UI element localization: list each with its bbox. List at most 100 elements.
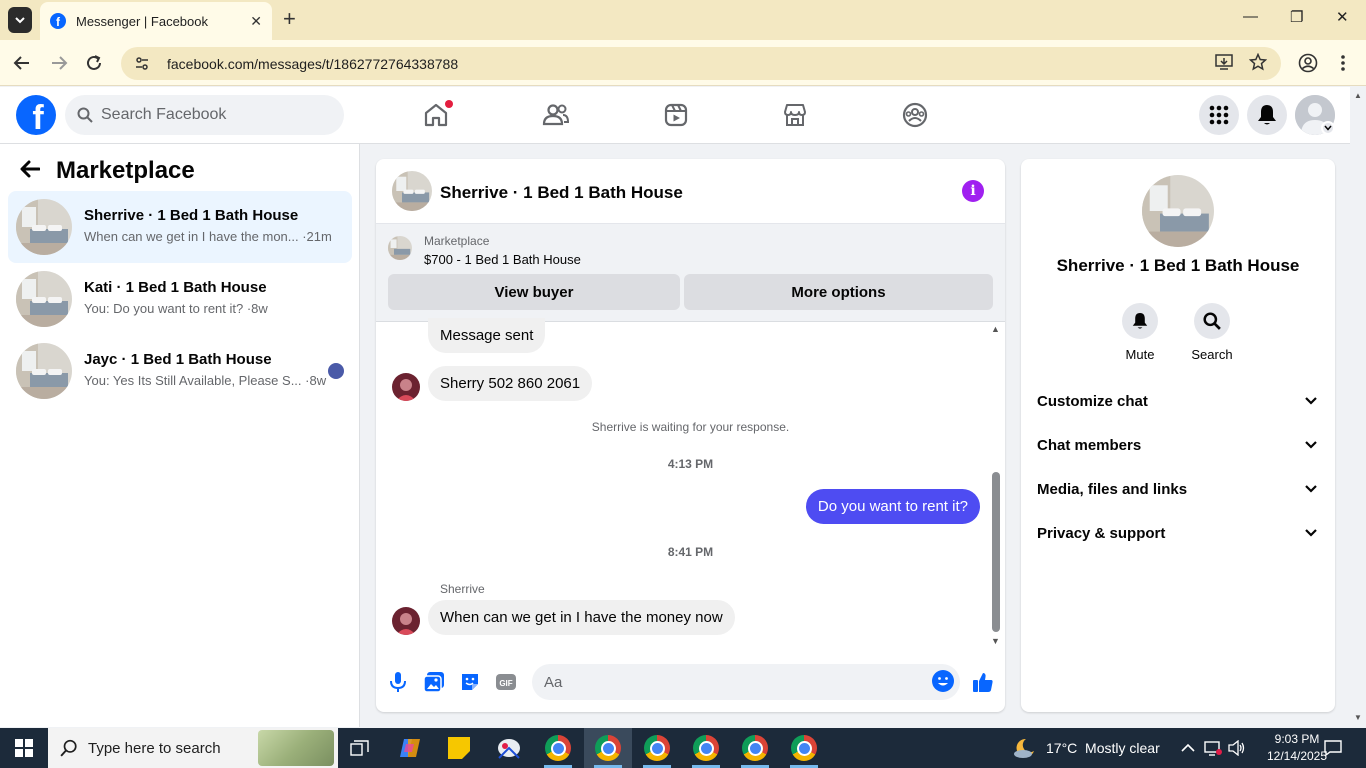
chrome-app[interactable] bbox=[633, 728, 681, 768]
mute-button[interactable]: Mute bbox=[1110, 303, 1170, 362]
forward-arrow-icon[interactable] bbox=[50, 54, 68, 72]
nav-video[interactable] bbox=[660, 99, 692, 131]
conversation-preview: You: Yes Its Still Available, Please S..… bbox=[84, 373, 327, 388]
facebook-search-box[interactable]: Search Facebook bbox=[65, 95, 344, 135]
page-scrollbar[interactable]: ▲ ▼ bbox=[1350, 87, 1366, 727]
notification-center-button[interactable] bbox=[1324, 728, 1342, 768]
marketplace-icon bbox=[784, 104, 806, 126]
sidebar-title: Marketplace bbox=[56, 157, 195, 184]
search-highlight-image bbox=[258, 730, 334, 766]
view-buyer-button[interactable]: View buyer bbox=[388, 274, 680, 310]
facebook-logo[interactable]: f bbox=[16, 95, 56, 135]
chrome-icon bbox=[595, 735, 621, 761]
address-bar[interactable]: facebook.com/messages/t/1862772764338788 bbox=[121, 47, 1281, 80]
message-bubble-incoming[interactable]: Sherry 502 860 2061 bbox=[428, 366, 593, 401]
message-input[interactable] bbox=[532, 664, 960, 700]
message-list: Message sent Sherry 502 860 2061 Sherriv… bbox=[376, 318, 1005, 652]
taskbar-search-box[interactable]: Type here to search bbox=[48, 728, 338, 768]
chrome-app[interactable] bbox=[534, 728, 582, 768]
chrome-app[interactable] bbox=[682, 728, 730, 768]
scroll-up-icon[interactable]: ▲ bbox=[1354, 91, 1362, 100]
account-menu-chevron-icon[interactable] bbox=[1321, 121, 1335, 135]
speaker-icon bbox=[1228, 740, 1245, 756]
conversation-avatar[interactable] bbox=[1142, 175, 1214, 247]
new-tab-button[interactable]: + bbox=[283, 8, 296, 30]
chat-scrollbar[interactable]: ▲ ▼ bbox=[990, 324, 1002, 649]
listing-thumbnail bbox=[16, 271, 72, 327]
install-app-icon[interactable] bbox=[1215, 53, 1233, 71]
sender-avatar[interactable] bbox=[392, 607, 420, 635]
chat-scrollbar-thumb[interactable] bbox=[992, 472, 1000, 632]
tab-search-button[interactable] bbox=[8, 7, 32, 33]
browser-tab[interactable]: f Messenger | Facebook ✕ bbox=[40, 2, 272, 40]
url-text: facebook.com/messages/t/1862772764338788 bbox=[167, 55, 459, 72]
back-arrow-icon[interactable] bbox=[20, 160, 40, 178]
menu-grid-button[interactable] bbox=[1199, 95, 1239, 135]
nav-marketplace[interactable] bbox=[779, 99, 811, 131]
conversation-item[interactable]: Sherrive · 1 Bed 1 Bath House When can w… bbox=[8, 191, 352, 263]
sticky-notes-app[interactable] bbox=[435, 728, 483, 768]
snipping-tool-icon bbox=[498, 739, 520, 759]
weather-widget[interactable]: 17°C Mostly clear bbox=[1012, 728, 1160, 768]
chrome-app[interactable] bbox=[780, 728, 828, 768]
listing-price-title[interactable]: $700 - 1 Bed 1 Bath House bbox=[424, 252, 581, 267]
conversation-item[interactable]: Jayc · 1 Bed 1 Bath House You: Yes Its S… bbox=[8, 335, 352, 407]
sender-avatar[interactable] bbox=[392, 373, 420, 401]
profile-icon[interactable] bbox=[1298, 53, 1318, 73]
reload-icon[interactable] bbox=[85, 54, 103, 72]
browser-menu-icon[interactable] bbox=[1338, 53, 1348, 73]
gif-icon[interactable]: GIF bbox=[494, 670, 518, 694]
system-clock[interactable]: 9:03 PM 12/14/2025 bbox=[1262, 731, 1332, 765]
minimize-button[interactable]: — bbox=[1243, 8, 1258, 25]
snipping-tool-app[interactable] bbox=[485, 728, 533, 768]
sticky-notes-icon bbox=[448, 737, 470, 759]
notifications-button[interactable] bbox=[1247, 95, 1287, 135]
more-options-button[interactable]: More options bbox=[684, 274, 993, 310]
chrome-app[interactable] bbox=[731, 728, 779, 768]
nav-groups[interactable] bbox=[899, 99, 931, 131]
task-view-button[interactable] bbox=[336, 728, 384, 768]
conversation-item[interactable]: Kati · 1 Bed 1 Bath House You: Do you wa… bbox=[8, 263, 352, 335]
message-bubble-incoming[interactable]: When can we get in I have the money now bbox=[428, 600, 735, 635]
message-bubble-incoming[interactable]: Message sent bbox=[428, 318, 546, 353]
tab-close-icon[interactable]: ✕ bbox=[250, 13, 262, 30]
info-icon[interactable]: i bbox=[962, 180, 984, 202]
network-tray[interactable] bbox=[1204, 728, 1222, 768]
start-button[interactable] bbox=[0, 728, 48, 768]
windows-logo-icon bbox=[15, 739, 33, 757]
bookmark-star-icon[interactable] bbox=[1249, 53, 1267, 71]
emoji-icon[interactable] bbox=[932, 670, 954, 692]
nav-friends[interactable] bbox=[540, 99, 572, 131]
privacy-support-row[interactable]: Privacy & support bbox=[1029, 513, 1327, 553]
chat-members-row[interactable]: Chat members bbox=[1029, 425, 1327, 465]
chat-title[interactable]: Sherrive · 1 Bed 1 Bath House bbox=[440, 183, 683, 203]
media-files-links-row[interactable]: Media, files and links bbox=[1029, 469, 1327, 509]
photo-icon[interactable] bbox=[422, 670, 446, 694]
copilot-icon bbox=[400, 739, 420, 757]
chat-header: Sherrive · 1 Bed 1 Bath House i bbox=[376, 159, 1005, 224]
thumbs-up-icon[interactable] bbox=[971, 670, 995, 694]
search-in-conversation-button[interactable]: Search bbox=[1182, 303, 1242, 362]
sticker-icon[interactable] bbox=[458, 670, 482, 694]
chat-header-thumbnail[interactable] bbox=[392, 171, 432, 211]
taskbar-search-placeholder: Type here to search bbox=[88, 739, 221, 757]
site-info-icon[interactable] bbox=[133, 55, 151, 73]
close-window-button[interactable]: ✕ bbox=[1336, 8, 1349, 26]
copilot-app[interactable] bbox=[386, 728, 434, 768]
scroll-up-icon[interactable]: ▲ bbox=[991, 324, 1000, 334]
message-bubble-outgoing[interactable]: Do you want to rent it? bbox=[805, 489, 980, 524]
chrome-icon bbox=[742, 735, 768, 761]
customize-chat-row[interactable]: Customize chat bbox=[1029, 381, 1327, 421]
volume-tray[interactable] bbox=[1228, 728, 1246, 768]
message-timestamp: 4:13 PM bbox=[667, 457, 714, 471]
back-arrow-icon[interactable] bbox=[13, 54, 31, 72]
listing-thumbnail bbox=[16, 343, 72, 399]
message-timestamp: 8:41 PM bbox=[667, 545, 714, 559]
microphone-icon[interactable] bbox=[386, 670, 410, 694]
chrome-app[interactable] bbox=[584, 728, 632, 768]
show-hidden-icons[interactable] bbox=[1181, 728, 1195, 768]
chat-panel: Sherrive · 1 Bed 1 Bath House i Marketpl… bbox=[376, 159, 1005, 712]
scroll-down-icon[interactable]: ▼ bbox=[991, 636, 1000, 646]
restore-button[interactable]: ❐ bbox=[1290, 8, 1303, 26]
scroll-down-icon[interactable]: ▼ bbox=[1354, 713, 1362, 722]
